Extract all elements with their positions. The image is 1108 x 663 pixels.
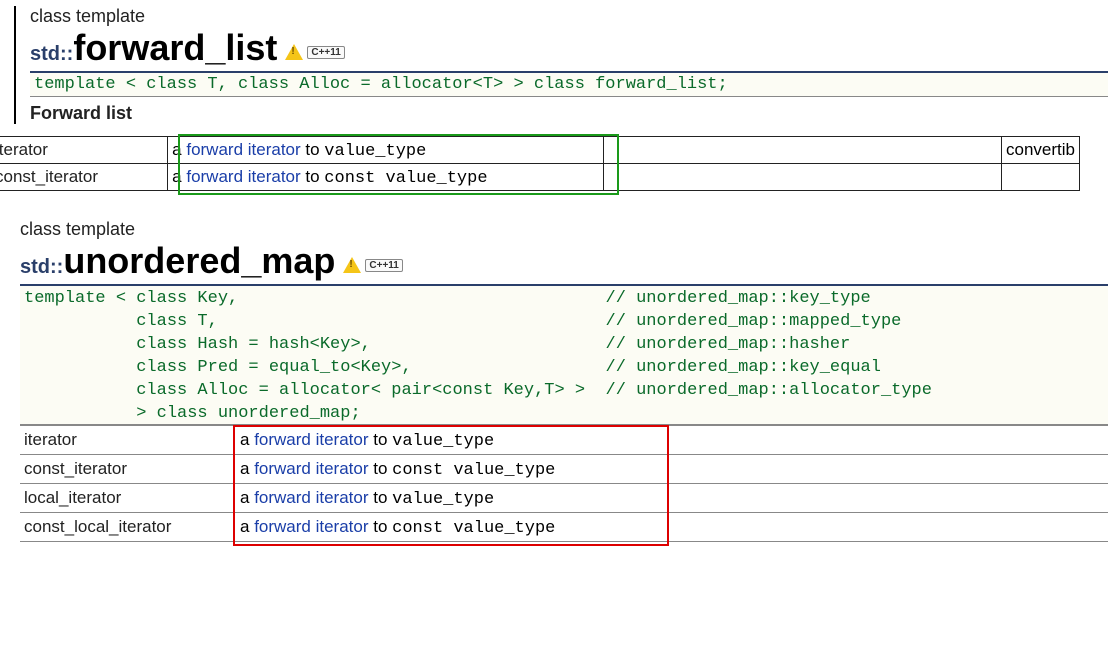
empty-cell <box>604 164 1002 191</box>
table-row: const_iterator a forward iterator to con… <box>20 455 1108 484</box>
desc-code: value_type <box>392 432 494 451</box>
template-prototype: template < class Key, // unordered_map::… <box>20 286 1108 425</box>
iterator-name: const_local_iterator <box>20 513 236 542</box>
desc-text: to <box>369 459 393 478</box>
table-row: iterator a forward iterator to value_typ… <box>0 137 1080 164</box>
empty-cell <box>604 137 1002 164</box>
desc-code: const value_type <box>392 519 555 538</box>
desc-text: a <box>240 488 254 507</box>
desc-text: to <box>369 517 393 536</box>
desc-text: to <box>301 140 325 159</box>
cpp11-badge: C++11 <box>285 44 344 60</box>
class-template-label: class template <box>20 219 1108 240</box>
iterator-name: const_iterator <box>0 164 168 191</box>
empty-cell <box>1002 164 1080 191</box>
table-row: const_local_iterator a forward iterator … <box>20 513 1108 542</box>
table-row: const_iterator a forward iterator to con… <box>0 164 1080 191</box>
desc-text: a <box>172 140 186 159</box>
warning-icon <box>343 257 361 273</box>
table-row: iterator a forward iterator to value_typ… <box>20 426 1108 455</box>
iterator-name: const_iterator <box>20 455 236 484</box>
iterator-table: iterator a forward iterator to value_typ… <box>0 136 1080 191</box>
iterator-name: iterator <box>20 426 236 455</box>
page-title: unordered_map <box>63 240 335 282</box>
forward-iterator-link[interactable]: forward iterator <box>186 167 300 186</box>
cpp11-tag: C++11 <box>307 46 344 59</box>
iterator-desc: a forward iterator to const value_type <box>168 164 604 191</box>
iterator-name: local_iterator <box>20 484 236 513</box>
iterator-name: iterator <box>0 137 168 164</box>
desc-text: a <box>240 430 254 449</box>
desc-code: const value_type <box>392 461 555 480</box>
title-row: std:: forward_list C++11 <box>30 27 1108 73</box>
iterator-desc: a forward iterator to value_type <box>236 484 1108 513</box>
forward-iterator-link[interactable]: forward iterator <box>254 517 368 536</box>
table-row: local_iterator a forward iterator to val… <box>20 484 1108 513</box>
desc-code: value_type <box>392 490 494 509</box>
iterator-desc: a forward iterator to value_type <box>168 137 604 164</box>
iterator-table: iterator a forward iterator to value_typ… <box>20 425 1108 542</box>
desc-text: to <box>369 430 393 449</box>
warning-icon <box>285 44 303 60</box>
desc-text: a <box>240 517 254 536</box>
forward-iterator-link[interactable]: forward iterator <box>186 140 300 159</box>
forward-iterator-link[interactable]: forward iterator <box>254 459 368 478</box>
namespace-prefix: std:: <box>30 43 73 66</box>
desc-text: to <box>301 167 325 186</box>
class-template-label: class template <box>30 6 1108 27</box>
desc-code: const value_type <box>324 169 487 188</box>
cpp11-badge: C++11 <box>343 257 402 273</box>
convertible-cell: convertib <box>1002 137 1080 164</box>
section-subheading: Forward list <box>30 103 1108 124</box>
desc-text: to <box>369 488 393 507</box>
template-prototype: template < class T, class Alloc = alloca… <box>30 73 1108 97</box>
iterator-desc: a forward iterator to const value_type <box>236 455 1108 484</box>
desc-code: value_type <box>324 142 426 161</box>
desc-text: a <box>172 167 186 186</box>
title-row: std:: unordered_map C++11 <box>20 240 1108 286</box>
desc-text: a <box>240 459 254 478</box>
cpp11-tag: C++11 <box>365 259 402 272</box>
iterator-desc: a forward iterator to value_type <box>236 426 1108 455</box>
page-title: forward_list <box>73 27 277 69</box>
forward-iterator-link[interactable]: forward iterator <box>254 488 368 507</box>
iterator-desc: a forward iterator to const value_type <box>236 513 1108 542</box>
forward-iterator-link[interactable]: forward iterator <box>254 430 368 449</box>
namespace-prefix: std:: <box>20 256 63 279</box>
